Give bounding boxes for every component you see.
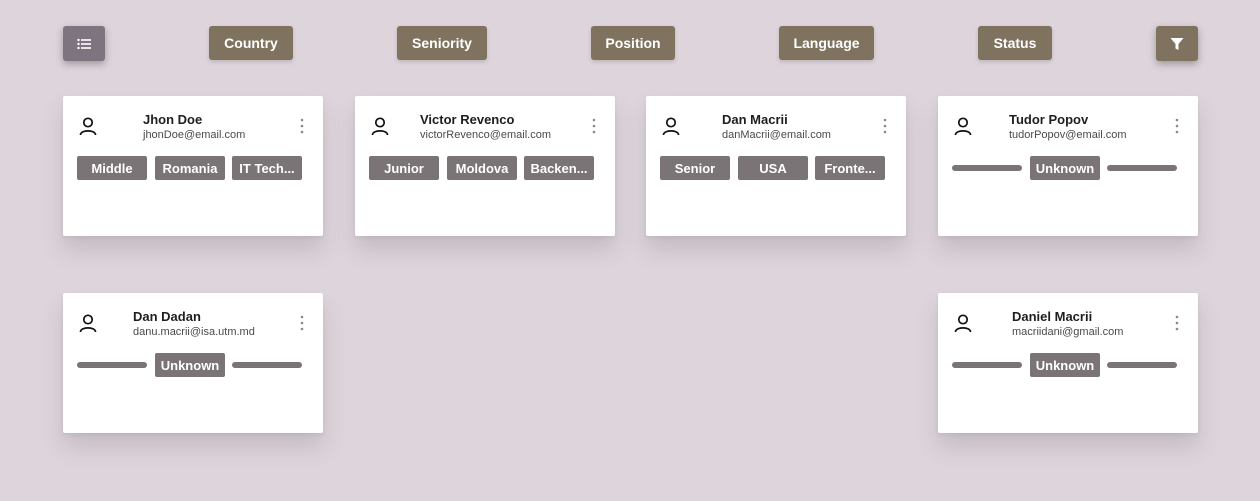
tag-row: Unknown [77, 353, 309, 377]
tag-row: Unknown [952, 156, 1184, 180]
user-email: tudorPopov@email.com [1009, 129, 1127, 141]
position-tag: Fronte... [815, 156, 885, 180]
country-tag: Romania [155, 156, 225, 180]
tag-row: Junior Moldova Backen... [369, 156, 601, 180]
user-name: Dan Dadan [133, 309, 201, 324]
placeholder-bar [952, 362, 1022, 368]
placeholder-bar [232, 362, 302, 368]
user-icon [79, 117, 97, 136]
seniority-filter-button[interactable]: Seniority [397, 26, 487, 60]
seniority-tag: Junior [369, 156, 439, 180]
placeholder-bar [952, 165, 1022, 171]
user-icon [371, 117, 389, 136]
position-filter-button[interactable]: Position [591, 26, 675, 60]
user-name: Dan Macrii [722, 112, 788, 127]
country-tag: USA [738, 156, 808, 180]
user-card[interactable]: Daniel Macrii macriidani@gmail.com Unkno… [938, 293, 1198, 433]
tag-row: Middle Romania IT Tech... [77, 156, 309, 180]
user-email: jhonDoe@email.com [143, 129, 246, 141]
placeholder-bar [77, 362, 147, 368]
user-card[interactable]: Dan Dadan danu.macrii@isa.utm.md Unknown [63, 293, 323, 433]
more-options-icon[interactable] [1174, 118, 1180, 134]
tag-row: Unknown [952, 353, 1184, 377]
more-options-icon[interactable] [882, 118, 888, 134]
tag-row: Senior USA Fronte... [660, 156, 892, 180]
user-name: Victor Revenco [420, 112, 515, 127]
user-email: danMacrii@email.com [722, 129, 831, 141]
list-icon [77, 38, 91, 49]
placeholder-bar [1107, 362, 1177, 368]
user-icon [954, 314, 972, 333]
status-tag: Unknown [155, 353, 225, 377]
user-name: Jhon Doe [143, 112, 203, 127]
more-options-icon[interactable] [591, 118, 597, 134]
seniority-tag: Middle [77, 156, 147, 180]
user-card[interactable]: Tudor Popov tudorPopov@email.com Unknown [938, 96, 1198, 236]
user-name: Daniel Macrii [1012, 309, 1093, 324]
filter-icon [1170, 37, 1184, 50]
more-options-icon[interactable] [1174, 315, 1180, 331]
country-tag: Moldova [447, 156, 517, 180]
status-filter-button[interactable]: Status [978, 26, 1052, 60]
user-email: macriidani@gmail.com [1012, 326, 1124, 338]
user-icon [954, 117, 972, 136]
filter-button[interactable] [1156, 26, 1198, 61]
placeholder-bar [1107, 165, 1177, 171]
seniority-tag: Senior [660, 156, 730, 180]
view-toggle-button[interactable] [63, 26, 105, 61]
more-options-icon[interactable] [299, 118, 305, 134]
user-card[interactable]: Jhon Doe jhonDoe@email.com Middle Romani… [63, 96, 323, 236]
user-email: victorRevenco@email.com [420, 129, 551, 141]
user-card[interactable]: Victor Revenco victorRevenco@email.com J… [355, 96, 615, 236]
user-name: Tudor Popov [1009, 112, 1089, 127]
country-filter-button[interactable]: Country [209, 26, 293, 60]
user-icon [79, 314, 97, 333]
position-tag: Backen... [524, 156, 594, 180]
status-tag: Unknown [1030, 353, 1100, 377]
status-tag: Unknown [1030, 156, 1100, 180]
user-card[interactable]: Dan Macrii danMacrii@email.com Senior US… [646, 96, 906, 236]
user-icon [662, 117, 680, 136]
user-email: danu.macrii@isa.utm.md [133, 326, 255, 338]
language-filter-button[interactable]: Language [779, 26, 874, 60]
more-options-icon[interactable] [299, 315, 305, 331]
position-tag: IT Tech... [232, 156, 302, 180]
